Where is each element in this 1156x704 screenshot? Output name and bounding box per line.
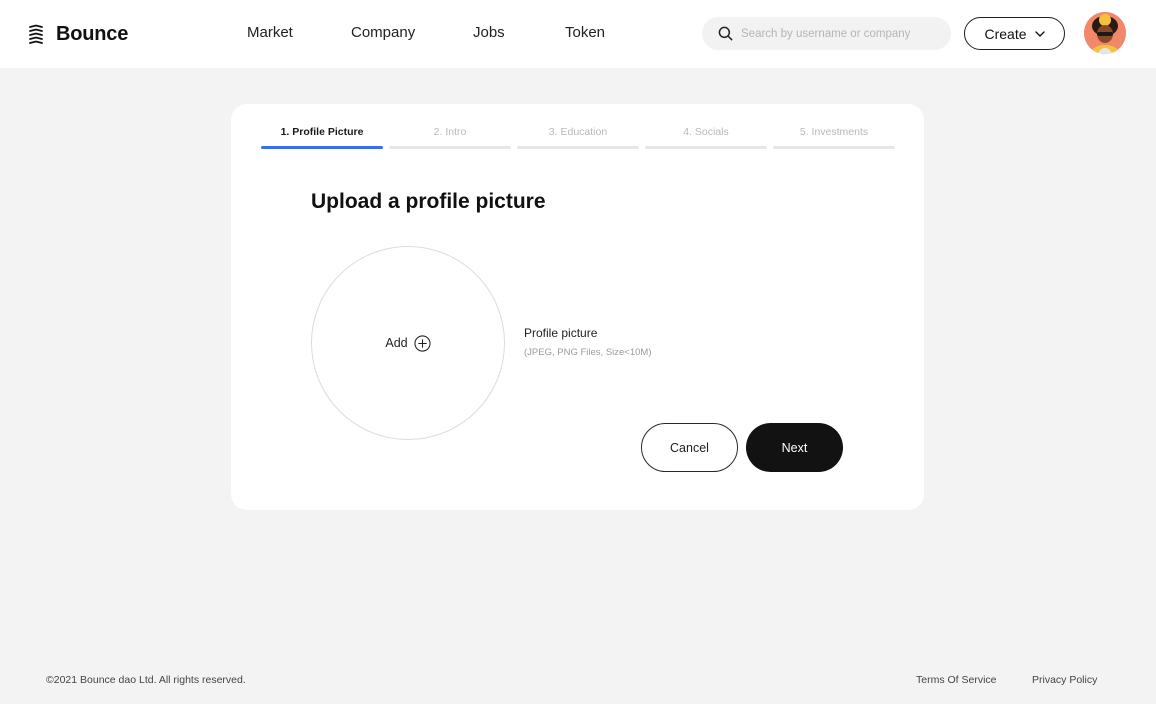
plus-circle-icon	[414, 334, 431, 352]
footer-copyright: ©2021 Bounce dao Ltd. All rights reserve…	[46, 674, 246, 686]
bounce-logo-icon	[29, 24, 43, 44]
profile-setup-card: 1. Profile Picture 2. Intro 3. Education…	[231, 104, 924, 510]
user-avatar[interactable]	[1084, 12, 1126, 54]
nav-token[interactable]: Token	[565, 24, 605, 41]
page-title: Upload a profile picture	[311, 190, 546, 213]
search-icon	[718, 26, 733, 41]
step-progress-bar	[645, 146, 767, 149]
nav-company[interactable]: Company	[351, 24, 415, 41]
nav-jobs[interactable]: Jobs	[473, 24, 505, 41]
step-progress-bar	[517, 146, 639, 149]
step-progress-bar	[389, 146, 511, 149]
next-button[interactable]: Next	[746, 423, 843, 472]
search-box[interactable]	[702, 17, 951, 50]
step-progress-bar	[773, 146, 895, 149]
step-progress-bar-active	[261, 146, 383, 149]
add-label: Add	[385, 336, 408, 350]
step-investments[interactable]: 5. Investments	[773, 126, 895, 138]
brand-logo[interactable]: Bounce	[28, 20, 128, 48]
create-button[interactable]: Create	[964, 17, 1065, 50]
step-socials[interactable]: 4. Socials	[645, 126, 767, 138]
avatar-illustration-icon	[1084, 12, 1126, 54]
top-header: Bounce Market Company Jobs Token Create	[0, 0, 1156, 68]
step-profile-picture[interactable]: 1. Profile Picture	[261, 126, 383, 138]
cancel-button[interactable]: Cancel	[641, 423, 738, 472]
create-button-label: Create	[984, 25, 1027, 42]
brand-name: Bounce	[56, 22, 129, 45]
terms-of-service-link[interactable]: Terms Of Service	[916, 674, 997, 686]
profile-picture-label: Profile picture	[524, 326, 598, 340]
upload-picture-button[interactable]: Add	[311, 246, 505, 440]
nav-market[interactable]: Market	[247, 24, 293, 41]
search-input[interactable]	[741, 27, 941, 40]
chevron-down-icon	[1034, 30, 1045, 37]
privacy-policy-link[interactable]: Privacy Policy	[1032, 674, 1097, 686]
step-intro[interactable]: 2. Intro	[389, 126, 511, 138]
file-requirements-hint: (JPEG, PNG Files, Size<10M)	[524, 347, 652, 358]
step-education[interactable]: 3. Education	[517, 126, 639, 138]
